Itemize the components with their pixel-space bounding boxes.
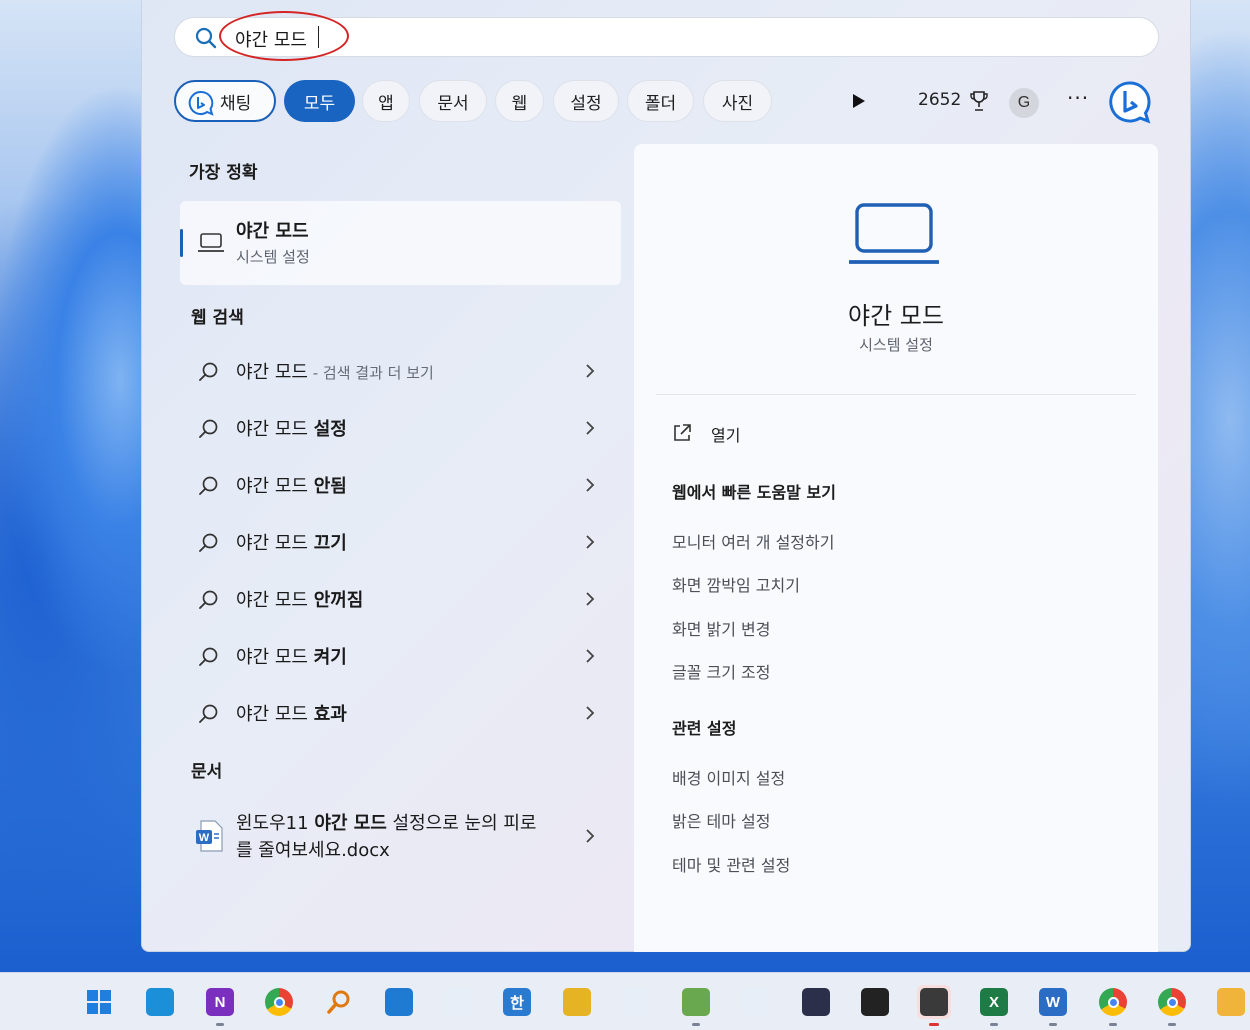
web-help-heading: 웹에서 빠른 도움말 보기 [672,483,836,502]
chip-apps[interactable]: 앱 [362,80,410,122]
web-search-result[interactable]: 야간 모드 - 검색 결과 더 보기 [180,347,621,395]
chip-documents[interactable]: 문서 [419,80,487,122]
chevron-right-icon [585,363,595,383]
open-action[interactable]: 열기 [711,422,740,446]
help-link[interactable]: 모니터 여러 개 설정하기 [672,529,834,553]
help-link[interactable]: 글꼴 크기 조정 [672,659,771,683]
search-icon [198,361,220,387]
search-icon [198,475,220,501]
chip-web[interactable]: 웹 [495,80,544,122]
text-app-icon[interactable] [738,985,772,1019]
search-icon [198,703,220,729]
chevron-right-icon [585,477,595,497]
detail-title: 야간 모드 [848,302,944,330]
web-result-label: 야간 모드 - 검색 결과 더 보기 [236,362,434,383]
chip-photos[interactable]: 사진 [703,80,772,122]
web-search-result[interactable]: 야간 모드 안꺼짐 [180,575,621,623]
web-result-label: 야간 모드 안됨 [236,476,347,497]
laptop-icon [197,232,225,258]
pen-app-icon[interactable] [619,985,653,1019]
hancom-icon[interactable]: 한 [500,985,534,1019]
sticky-notes-icon[interactable] [917,985,951,1026]
bing-chat-icon [188,90,214,121]
word-icon[interactable]: W [1036,985,1070,1026]
chrome-profile-icon[interactable] [1096,985,1130,1026]
taskbar: N 한 XW [0,972,1250,1030]
web-search-result[interactable]: 야간 모드 끄기 [180,518,621,566]
annotation-ellipse [219,11,349,61]
web-result-label: 야간 모드 끄기 [236,533,347,554]
web-search-result[interactable]: 야간 모드 안됨 [180,461,621,509]
chat-chip[interactable]: 채팅 [174,80,276,122]
word-document-icon: W [195,820,223,856]
best-match-heading: 가장 정확 [189,163,258,183]
documents-heading: 문서 [191,762,223,782]
detail-card: 야간 모드 시스템 설정 열기 웹에서 빠른 도움말 보기 모니터 여러 개 설… [634,144,1158,952]
account-avatar[interactable]: G [1009,88,1039,118]
chevron-right-icon [585,648,595,668]
selection-indicator [180,229,183,257]
search-icon [198,532,220,558]
best-match-item[interactable]: 야간 모드 시스템 설정 [180,201,621,285]
detail-subtitle: 시스템 설정 [859,336,933,354]
search-icon [198,589,220,615]
start-search-panel: 야간 모드 채팅 모두 앱 문서 웹 설정 폴더 사진 2652 G ··· 가… [141,0,1191,952]
more-options-icon[interactable]: ··· [1067,86,1089,110]
chevron-right-icon [585,705,595,725]
edge-icon[interactable] [143,985,177,1019]
divider [656,394,1136,395]
related-link[interactable]: 밝은 테마 설정 [672,808,771,832]
chip-folders[interactable]: 폴더 [627,80,694,122]
best-match-title: 야간 모드 [236,221,309,242]
excel-icon[interactable]: X [977,985,1011,1026]
web-search-result[interactable]: 야간 모드 효과 [180,689,621,737]
svg-text:W: W [199,832,210,844]
web-result-label: 야간 모드 효과 [236,704,347,725]
search-magnifier-app-icon[interactable] [322,985,356,1019]
file-explorer-icon[interactable] [1214,985,1248,1019]
audio-app-icon[interactable] [560,985,594,1019]
web-result-label: 야간 모드 켜기 [236,647,347,668]
notepad-icon[interactable] [679,985,713,1026]
chevron-right-icon [585,591,595,611]
related-link[interactable]: 배경 이미지 설정 [672,765,785,789]
chat-chip-label: 채팅 [220,93,252,114]
laptop-large-icon [848,202,940,270]
play-more-filters-icon[interactable] [852,93,866,113]
help-link[interactable]: 화면 깜박임 고치기 [672,572,800,596]
bing-button-icon[interactable] [1108,80,1152,128]
web-search-result[interactable]: 야간 모드 켜기 [180,632,621,680]
web-search-heading: 웹 검색 [191,308,244,328]
search-icon [198,646,220,672]
obs-icon[interactable] [858,985,892,1019]
chip-settings[interactable]: 설정 [553,80,619,122]
web-result-label: 야간 모드 안꺼짐 [236,590,364,611]
document-title: 윈도우11 야간 모드 설정으로 눈의 피로를 줄여보세요.docx [236,813,537,861]
best-match-subtitle: 시스템 설정 [236,248,310,266]
eclipse-icon[interactable] [799,985,833,1019]
chevron-right-icon [585,828,595,848]
related-link[interactable]: 테마 및 관련 설정 [672,852,790,876]
chip-all[interactable]: 모두 [284,80,355,122]
windows-start-icon[interactable] [82,985,116,1019]
chevron-right-icon [585,534,595,554]
help-link[interactable]: 화면 밝기 변경 [672,616,771,640]
chrome-profile-2-icon[interactable] [1155,985,1189,1026]
open-external-icon [672,423,692,447]
office-app-icon[interactable] [441,985,475,1019]
chevron-right-icon [585,420,595,440]
search-icon [198,418,220,444]
related-settings-heading: 관련 설정 [672,719,737,738]
web-search-result[interactable]: 야간 모드 설정 [180,404,621,452]
chrome-icon[interactable] [262,985,296,1019]
rewards-points[interactable]: 2652 [918,90,961,110]
search-icon [195,27,217,53]
vscode-icon[interactable] [382,985,416,1019]
filter-bar: 채팅 모두 앱 문서 웹 설정 폴더 사진 2652 G ··· [174,80,1159,126]
web-result-label: 야간 모드 설정 [236,419,347,440]
trophy-icon [969,90,989,116]
onenote-icon[interactable]: N [203,985,237,1026]
document-result[interactable]: W 윈도우11 야간 모드 설정으로 눈의 피로를 줄여보세요.docx [180,808,621,868]
